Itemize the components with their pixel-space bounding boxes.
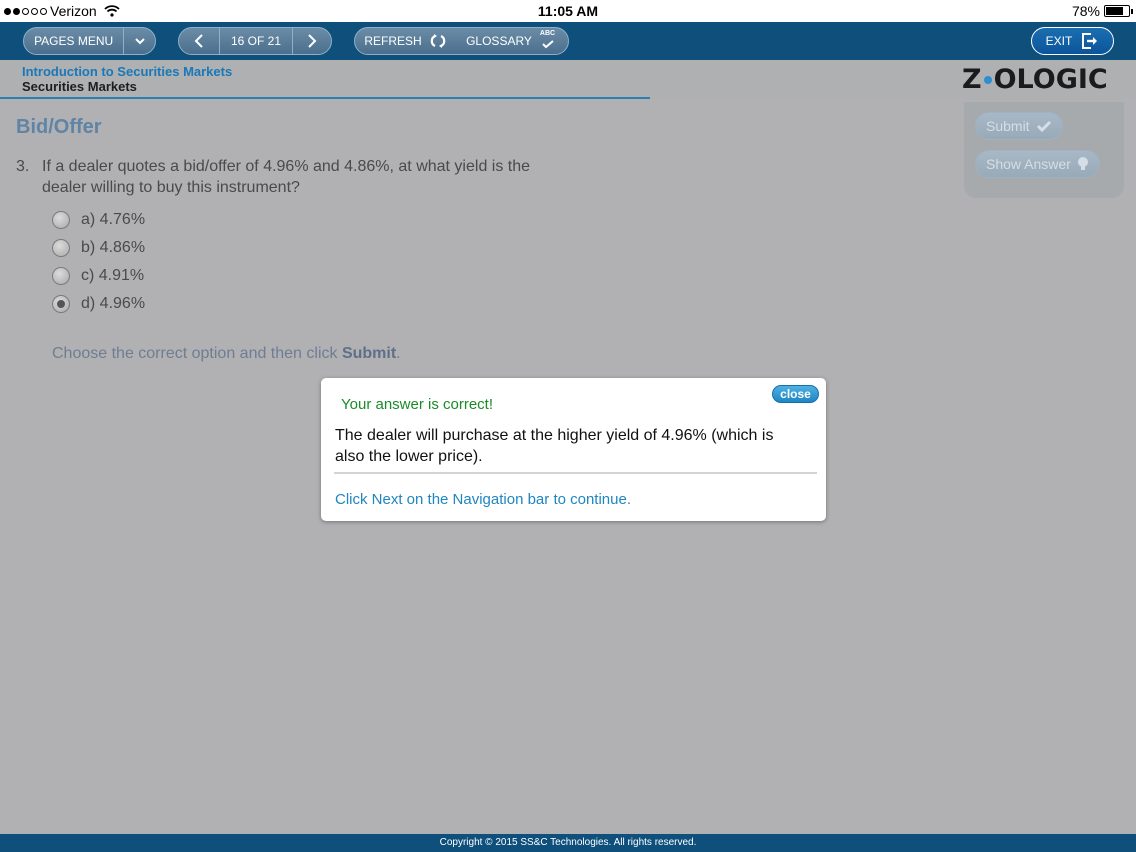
close-button[interactable]: close — [772, 385, 819, 403]
next-hint: Click Next on the Navigation bar to cont… — [335, 491, 631, 508]
pages-menu-button[interactable]: PAGES MENU — [24, 28, 123, 54]
show-answer-label: Show Answer — [986, 156, 1071, 172]
next-page-button[interactable] — [293, 28, 331, 54]
question-text: If a dealer quotes a bid/offer of 4.96% … — [42, 158, 531, 196]
submit-button[interactable]: Submit — [975, 112, 1063, 140]
popup-divider — [334, 472, 817, 474]
option-a[interactable]: a) 4.76% — [52, 208, 145, 232]
refresh-icon — [430, 34, 445, 48]
chevron-right-icon — [308, 34, 317, 48]
logo-text-right: OLOGIC — [993, 64, 1108, 95]
footer: Copyright © 2015 SS&C Technologies. All … — [0, 834, 1136, 852]
option-a-label: a) 4.76% — [81, 211, 146, 228]
battery-percent: 78% — [1071, 3, 1100, 19]
instruction-suffix: . — [396, 345, 401, 362]
option-c[interactable]: c) 4.91% — [52, 264, 144, 288]
glossary-label: GLOSSARY — [466, 34, 532, 48]
show-answer-button[interactable]: Show Answer — [975, 150, 1100, 178]
clock: 11:05 AM — [537, 3, 599, 19]
chevron-left-icon — [194, 34, 203, 48]
spellcheck-icon: ABC — [539, 30, 556, 50]
pages-menu-control: PAGES MENU — [23, 27, 156, 55]
battery-icon — [1104, 5, 1133, 17]
navigation-bar: PAGES MENU 16 OF 21 REFRESH GLOSSARY ABC… — [0, 22, 1136, 60]
glossary-button[interactable]: GLOSSARY ABC — [455, 28, 567, 54]
pages-menu-label: PAGES MENU — [34, 34, 114, 48]
lightbulb-icon — [1077, 157, 1088, 170]
page-pager: 16 OF 21 — [178, 27, 332, 55]
radio-c-icon[interactable] — [52, 267, 70, 285]
option-d-label: d) 4.96% — [81, 295, 146, 312]
checkmark-icon — [1036, 120, 1051, 132]
chevron-down-icon — [134, 38, 145, 45]
pages-menu-dropdown-button[interactable] — [124, 28, 155, 54]
zologic-logo: Z OLOGIC — [962, 64, 1108, 95]
submit-label: Submit — [986, 118, 1030, 134]
radio-d-icon[interactable] — [52, 295, 70, 313]
option-c-label: c) 4.91% — [81, 267, 145, 284]
refresh-button[interactable]: REFRESH — [355, 28, 455, 54]
page-heading: Bid/Offer — [16, 116, 102, 138]
feedback-popup: close Your answer is correct! The dealer… — [321, 378, 826, 521]
refresh-label: REFRESH — [364, 34, 422, 48]
option-b-label: b) 4.86% — [81, 239, 146, 256]
ios-status-bar: Verizon 11:05 AM 78% — [0, 0, 1136, 22]
answer-explanation: The dealer will purchase at the higher y… — [335, 427, 774, 465]
radio-b-icon[interactable] — [52, 239, 70, 257]
page-indicator: 16 OF 21 — [230, 34, 282, 48]
tools-group: REFRESH GLOSSARY ABC — [354, 27, 569, 55]
exit-label: EXIT — [1045, 34, 1073, 48]
question-number: 3. — [16, 158, 30, 175]
instruction-text: Choose the correct option and then click… — [52, 345, 401, 363]
instruction-prefix: Choose the correct option and then click — [52, 345, 342, 362]
option-d[interactable]: d) 4.96% — [52, 292, 145, 316]
logo-text-left: Z — [962, 64, 982, 95]
exit-button[interactable]: EXIT — [1031, 27, 1114, 55]
logo-dot-icon — [983, 75, 992, 84]
glossary-icon-text: ABC — [539, 30, 556, 37]
course-subtitle: Securities Markets — [22, 79, 137, 94]
course-title: Introduction to Securities Markets — [22, 64, 233, 79]
instruction-submit-word: Submit — [341, 345, 397, 362]
radio-a-icon[interactable] — [52, 211, 70, 229]
answer-status: Your answer is correct! — [341, 396, 494, 413]
header-divider — [0, 97, 650, 99]
option-b[interactable]: b) 4.86% — [52, 236, 145, 260]
exit-door-icon — [1082, 33, 1098, 49]
copyright-text: Copyright © 2015 SS&C Technologies. All … — [439, 837, 697, 848]
previous-page-button[interactable] — [179, 28, 219, 54]
action-panel: Submit Show Answer — [964, 102, 1124, 198]
battery-info: 78% — [1071, 3, 1133, 19]
